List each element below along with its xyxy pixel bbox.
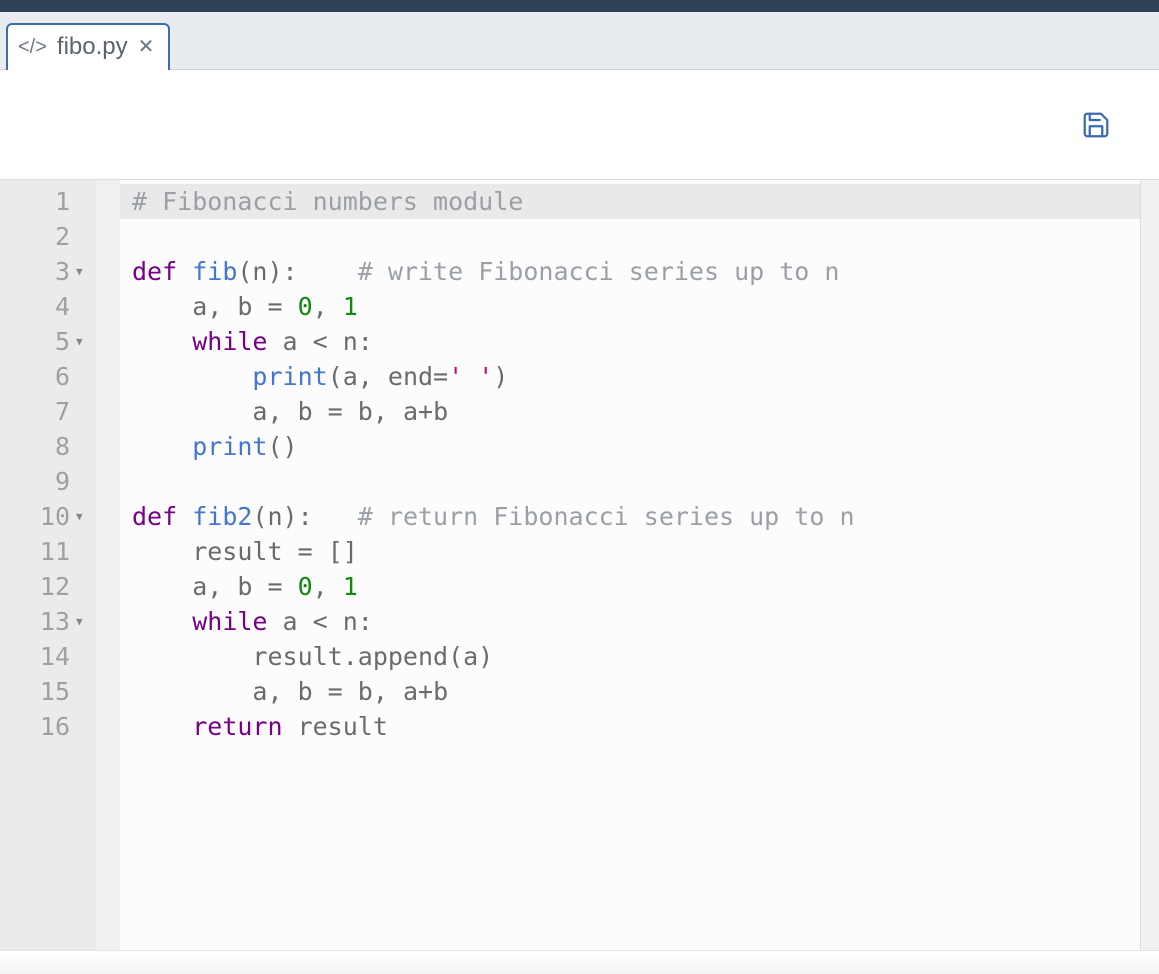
line-number: 6▼ (0, 359, 96, 394)
code-line[interactable]: return result (132, 709, 1140, 744)
code-line[interactable]: a, b = b, a+b (132, 394, 1140, 429)
fold-toggle-icon[interactable]: ▼ (76, 615, 90, 628)
line-number: 3▼ (0, 254, 96, 289)
line-number: 1▼ (0, 184, 96, 219)
code-line[interactable]: # Fibonacci numbers module (120, 184, 1140, 219)
code-line[interactable]: print() (132, 429, 1140, 464)
code-line[interactable]: result.append(a) (132, 639, 1140, 674)
fold-gutter (96, 180, 120, 950)
code-line[interactable] (132, 219, 1140, 254)
line-number: 12▼ (0, 569, 96, 604)
line-number: 10▼ (0, 499, 96, 534)
line-number: 16▼ (0, 709, 96, 744)
line-number: 7▼ (0, 394, 96, 429)
fold-toggle-icon[interactable]: ▼ (76, 265, 90, 278)
line-number: 14▼ (0, 639, 96, 674)
line-number-gutter: 1▼2▼3▼4▼5▼6▼7▼8▼9▼10▼11▼12▼13▼14▼15▼16▼ (0, 180, 96, 950)
code-area[interactable]: # Fibonacci numbers module def fib(n): # … (120, 180, 1140, 950)
line-number: 8▼ (0, 429, 96, 464)
window-titlebar (0, 0, 1159, 12)
editor-toolbar (0, 70, 1159, 180)
tab-fibo-py[interactable]: </> fibo.py ✕ (6, 23, 170, 70)
line-number: 5▼ (0, 324, 96, 359)
code-file-icon: </> (18, 37, 47, 57)
tab-row: </> fibo.py ✕ (0, 12, 1159, 70)
vertical-scrollbar[interactable] (1140, 180, 1159, 950)
code-line[interactable]: while a < n: (132, 604, 1140, 639)
save-button[interactable] (1076, 105, 1116, 145)
code-editor[interactable]: 1▼2▼3▼4▼5▼6▼7▼8▼9▼10▼11▼12▼13▼14▼15▼16▼ … (0, 180, 1159, 950)
code-line[interactable]: def fib(n): # write Fibonacci series up … (132, 254, 1140, 289)
code-line[interactable]: def fib2(n): # return Fibonacci series u… (132, 499, 1140, 534)
line-number: 15▼ (0, 674, 96, 709)
code-line[interactable]: a, b = 0, 1 (132, 289, 1140, 324)
code-line[interactable]: print(a, end=' ') (132, 359, 1140, 394)
tab-filename: fibo.py (57, 33, 128, 61)
code-line[interactable]: a, b = b, a+b (132, 674, 1140, 709)
fold-toggle-icon[interactable]: ▼ (76, 335, 90, 348)
code-line[interactable]: while a < n: (132, 324, 1140, 359)
editor-bottom-border (0, 950, 1159, 974)
code-line[interactable] (132, 464, 1140, 499)
line-number: 2▼ (0, 219, 96, 254)
line-number: 11▼ (0, 534, 96, 569)
line-number: 4▼ (0, 289, 96, 324)
code-line[interactable]: a, b = 0, 1 (132, 569, 1140, 604)
fold-toggle-icon[interactable]: ▼ (76, 510, 90, 523)
close-icon[interactable]: ✕ (138, 37, 155, 57)
line-number: 9▼ (0, 464, 96, 499)
code-line[interactable]: result = [] (132, 534, 1140, 569)
save-icon (1081, 110, 1111, 140)
line-number: 13▼ (0, 604, 96, 639)
